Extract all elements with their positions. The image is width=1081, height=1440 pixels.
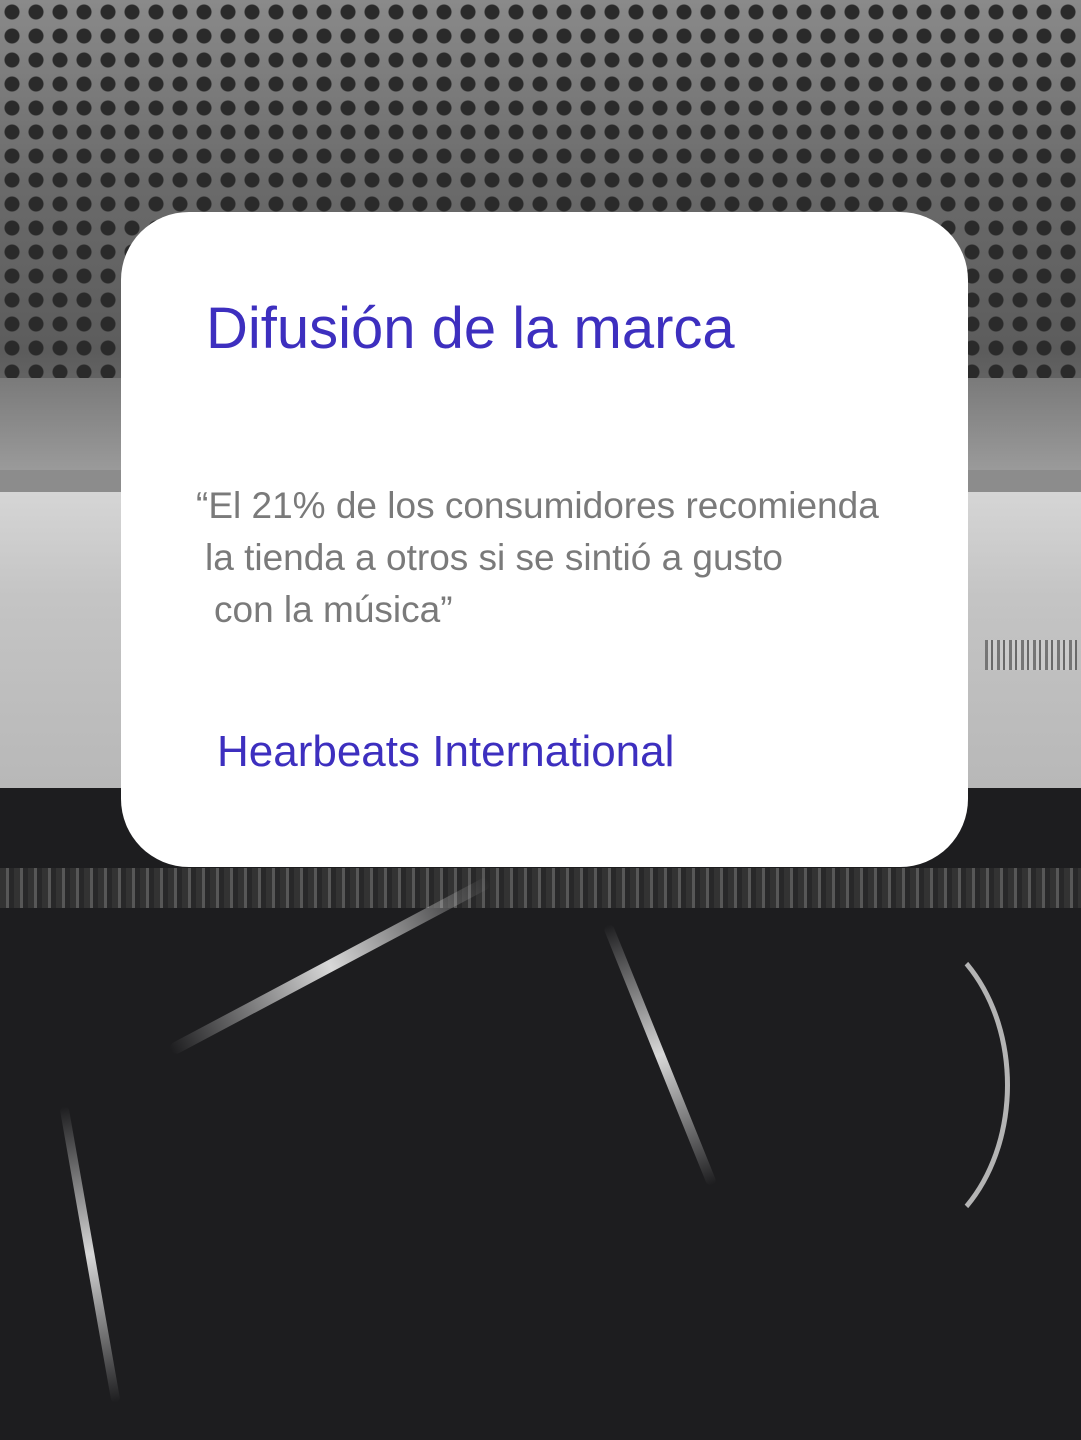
quote-line: “El 21% de los consumidores recomienda [196, 485, 879, 526]
background-connector-strip [0, 868, 1081, 908]
background-cable-arc [760, 920, 1010, 1250]
quote-line: con la música” [214, 589, 453, 630]
quote-source: Hearbeats International [217, 727, 675, 776]
quote-text: “El 21% de los consumidores recomienda l… [196, 480, 879, 636]
quote-line: la tienda a otros si se sintió a gusto [205, 537, 783, 578]
info-card: Difusión de la marca “El 21% de los cons… [121, 212, 968, 867]
card-title: Difusión de la marca [206, 296, 735, 361]
slide: Difusión de la marca “El 21% de los cons… [0, 0, 1081, 1440]
background-barcode [985, 640, 1077, 670]
